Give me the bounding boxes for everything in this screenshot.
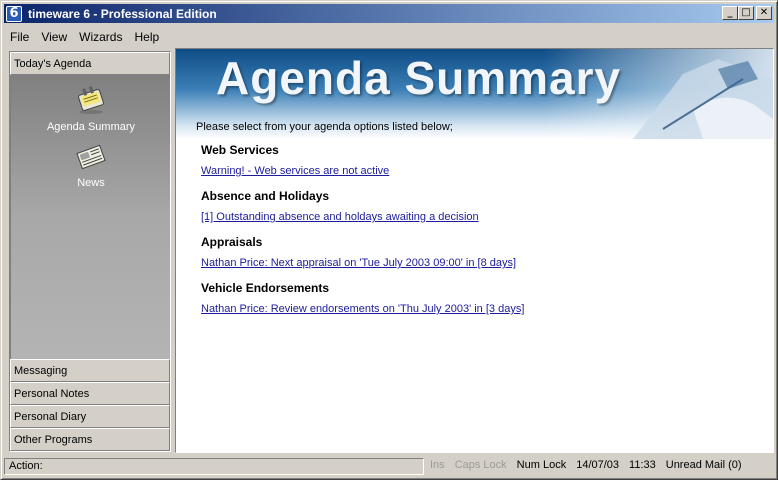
sidebar-item-agenda-summary[interactable]: Agenda Summary [11,83,171,133]
sidebar-group-messaging[interactable]: Messaging [10,359,170,382]
news-icon [76,144,106,170]
sidebar-group-body: Agenda Summary News [10,75,170,359]
menu-help[interactable]: Help [128,30,165,44]
close-button[interactable]: ✕ [756,6,772,20]
window-title: timeware 6 - Professional Edition [28,6,217,21]
maximize-button[interactable]: □ [738,6,754,20]
menu-wizards[interactable]: Wizards [73,30,128,44]
sidebar: Today's Agenda Agenda Summary News Messa… [9,51,171,452]
sidebar-group-personal-notes[interactable]: Personal Notes [10,382,170,405]
app-icon[interactable]: 6 [6,5,22,22]
section-title: Web Services [201,143,279,157]
section-appraisals: Appraisals Nathan Price: Next appraisal … [201,235,516,269]
app-window: 6 timeware 6 - Professional Edition _ □ … [0,0,778,480]
sidebar-item-label: News [77,177,105,189]
section-title: Absence and Holidays [201,189,330,203]
status-date: 14/07/03 [576,458,620,471]
appraisal-link[interactable]: Nathan Price: Next appraisal on 'Tue Jul… [201,257,516,269]
window-controls: _ □ ✕ [722,6,772,20]
section-absence-holidays: Absence and Holidays [1] Outstanding abs… [201,189,479,223]
status-ins: Ins [430,458,445,471]
absence-link[interactable]: [1] Outstanding absence and holdays awai… [201,211,479,223]
intro-text: Please select from your agenda options l… [196,121,453,133]
status-action: Action: [4,457,424,475]
status-action-label: Action: [9,459,43,472]
status-num-lock: Num Lock [516,458,567,471]
web-services-link[interactable]: Warning! - Web services are not active [201,165,389,177]
sidebar-item-label: Agenda Summary [46,121,136,133]
menu-file[interactable]: File [4,30,35,44]
section-web-services: Web Services Warning! - Web services are… [201,143,389,177]
status-caps-lock: Caps Lock [454,458,507,471]
sidebar-group-personal-diary[interactable]: Personal Diary [10,405,170,428]
main-content: Agenda Summary Please select from your a… [175,48,774,453]
sidebar-group-other-programs[interactable]: Other Programs [10,428,170,451]
sidebar-item-news[interactable]: News [11,141,171,189]
agenda-icon [78,86,104,114]
section-vehicle-endorsements: Vehicle Endorsements Nathan Price: Revie… [201,281,524,315]
title-bar[interactable]: 6 timeware 6 - Professional Edition _ □ … [4,4,774,23]
endorsement-link[interactable]: Nathan Price: Review endorsements on 'Th… [201,303,524,315]
section-title: Appraisals [201,235,263,249]
status-bar: Action: Ins Caps Lock Num Lock 14/07/03 … [4,456,774,476]
sidebar-group-todays-agenda[interactable]: Today's Agenda [10,52,170,75]
status-time: 11:33 [629,458,656,471]
status-unread-mail[interactable]: Unread Mail (0) [662,458,746,475]
page-title: Agenda Summary [216,52,622,104]
minimize-button[interactable]: _ [722,6,738,20]
section-title: Vehicle Endorsements [201,281,330,295]
menu-bar: File View Wizards Help [4,27,165,47]
menu-view[interactable]: View [35,30,73,44]
